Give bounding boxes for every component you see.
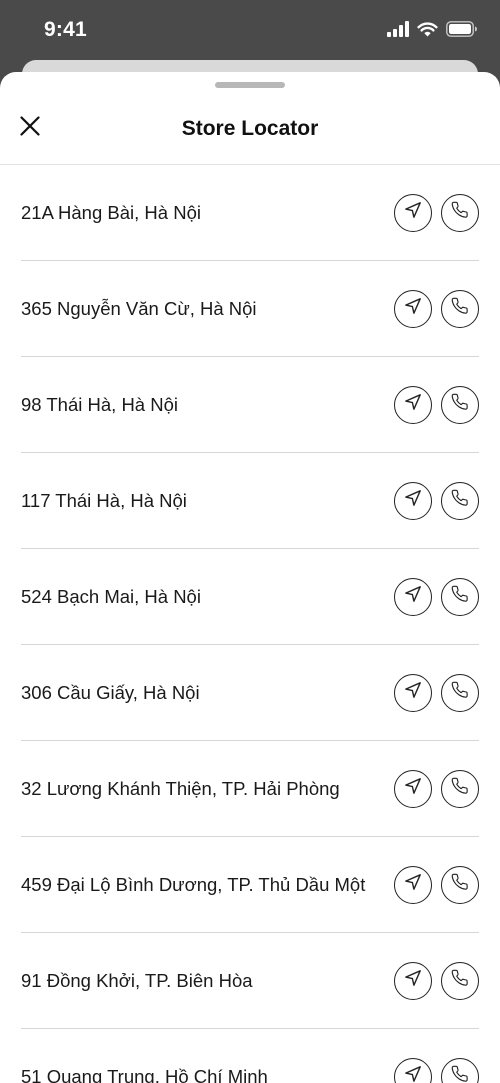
phone-icon xyxy=(451,201,469,224)
call-button[interactable] xyxy=(441,673,479,712)
phone-icon xyxy=(451,585,469,608)
directions-button[interactable] xyxy=(394,673,432,712)
call-button[interactable] xyxy=(441,1057,479,1083)
status-time: 9:41 xyxy=(44,18,87,41)
store-address: 524 Bạch Mai, Hà Nội xyxy=(21,585,201,607)
store-row[interactable]: 365 Nguyễn Văn Cừ, Hà Nội xyxy=(21,261,479,357)
status-icons xyxy=(387,20,478,42)
phone-icon xyxy=(451,1065,469,1083)
navigation-arrow-icon xyxy=(404,1065,422,1083)
store-actions xyxy=(394,385,479,424)
call-button[interactable] xyxy=(441,961,479,1000)
store-row[interactable]: 459 Đại Lộ Bình Dương, TP. Thủ Dầu Một xyxy=(21,837,479,933)
phone-icon xyxy=(451,969,469,992)
store-row[interactable]: 306 Cầu Giấy, Hà Nội xyxy=(21,645,479,741)
directions-button[interactable] xyxy=(394,577,432,616)
directions-button[interactable] xyxy=(394,961,432,1000)
call-button[interactable] xyxy=(441,481,479,520)
phone-icon xyxy=(451,297,469,320)
directions-button[interactable] xyxy=(394,289,432,328)
navigation-arrow-icon xyxy=(404,489,422,512)
navigation-arrow-icon xyxy=(404,201,422,224)
navigation-arrow-icon xyxy=(404,777,422,800)
store-address: 91 Đồng Khởi, TP. Biên Hòa xyxy=(21,969,253,991)
store-actions xyxy=(394,1057,479,1083)
store-row[interactable]: 51 Quang Trung, Hồ Chí Minh xyxy=(21,1029,479,1083)
directions-button[interactable] xyxy=(394,769,432,808)
store-address: 459 Đại Lộ Bình Dương, TP. Thủ Dầu Một xyxy=(21,873,366,895)
navigation-arrow-icon xyxy=(404,681,422,704)
store-address: 117 Thái Hà, Hà Nội xyxy=(21,489,187,511)
navigation-arrow-icon xyxy=(404,297,422,320)
store-actions xyxy=(394,673,479,712)
call-button[interactable] xyxy=(441,289,479,328)
store-row[interactable]: 98 Thái Hà, Hà Nội xyxy=(21,357,479,453)
phone-icon xyxy=(451,873,469,896)
call-button[interactable] xyxy=(441,865,479,904)
call-button[interactable] xyxy=(441,193,479,232)
store-address: 32 Lương Khánh Thiện, TP. Hải Phòng xyxy=(21,777,340,799)
store-actions xyxy=(394,577,479,616)
page-title: Store Locator xyxy=(181,117,319,140)
status-bar: 9:41 xyxy=(0,0,500,62)
store-row[interactable]: 91 Đồng Khởi, TP. Biên Hòa xyxy=(21,933,479,1029)
store-list: 21A Hàng Bài, Hà Nội 365 Nguyễn Văn Cừ, … xyxy=(0,165,500,1083)
store-row[interactable]: 524 Bạch Mai, Hà Nội xyxy=(21,549,479,645)
call-button[interactable] xyxy=(441,769,479,808)
navigation-arrow-icon xyxy=(404,393,422,416)
store-actions xyxy=(394,481,479,520)
store-actions xyxy=(394,289,479,328)
store-row[interactable]: 32 Lương Khánh Thiện, TP. Hải Phòng xyxy=(21,741,479,837)
navigation-arrow-icon xyxy=(404,969,422,992)
navigation-arrow-icon xyxy=(404,873,422,896)
store-locator-sheet: Store Locator 21A Hàng Bài, Hà Nội 365 N… xyxy=(0,72,500,1083)
store-actions xyxy=(394,769,479,808)
directions-button[interactable] xyxy=(394,385,432,424)
phone-icon xyxy=(451,489,469,512)
directions-button[interactable] xyxy=(394,1057,432,1083)
phone-icon xyxy=(451,777,469,800)
wifi-icon xyxy=(417,21,438,42)
directions-button[interactable] xyxy=(394,865,432,904)
store-actions xyxy=(394,961,479,1000)
store-address: 51 Quang Trung, Hồ Chí Minh xyxy=(21,1065,268,1083)
call-button[interactable] xyxy=(441,385,479,424)
phone-icon xyxy=(451,393,469,416)
store-actions xyxy=(394,193,479,232)
cellular-signal-icon xyxy=(387,20,409,42)
store-address: 306 Cầu Giấy, Hà Nội xyxy=(21,681,200,703)
store-actions xyxy=(394,865,479,904)
store-address: 21A Hàng Bài, Hà Nội xyxy=(21,201,201,223)
store-row[interactable]: 117 Thái Hà, Hà Nội xyxy=(21,453,479,549)
sheet-header: Store Locator xyxy=(0,92,500,165)
battery-icon xyxy=(446,20,478,42)
phone-icon xyxy=(451,681,469,704)
store-address: 365 Nguyễn Văn Cừ, Hà Nội xyxy=(21,297,257,319)
directions-button[interactable] xyxy=(394,481,432,520)
navigation-arrow-icon xyxy=(404,585,422,608)
directions-button[interactable] xyxy=(394,193,432,232)
sheet-grabber[interactable] xyxy=(215,82,285,88)
call-button[interactable] xyxy=(441,577,479,616)
store-row[interactable]: 21A Hàng Bài, Hà Nội xyxy=(21,165,479,261)
store-address: 98 Thái Hà, Hà Nội xyxy=(21,393,178,415)
store-locator-screen: 9:41 Store Locator 21A Hàng Bài, Hà Nội … xyxy=(0,0,500,1083)
